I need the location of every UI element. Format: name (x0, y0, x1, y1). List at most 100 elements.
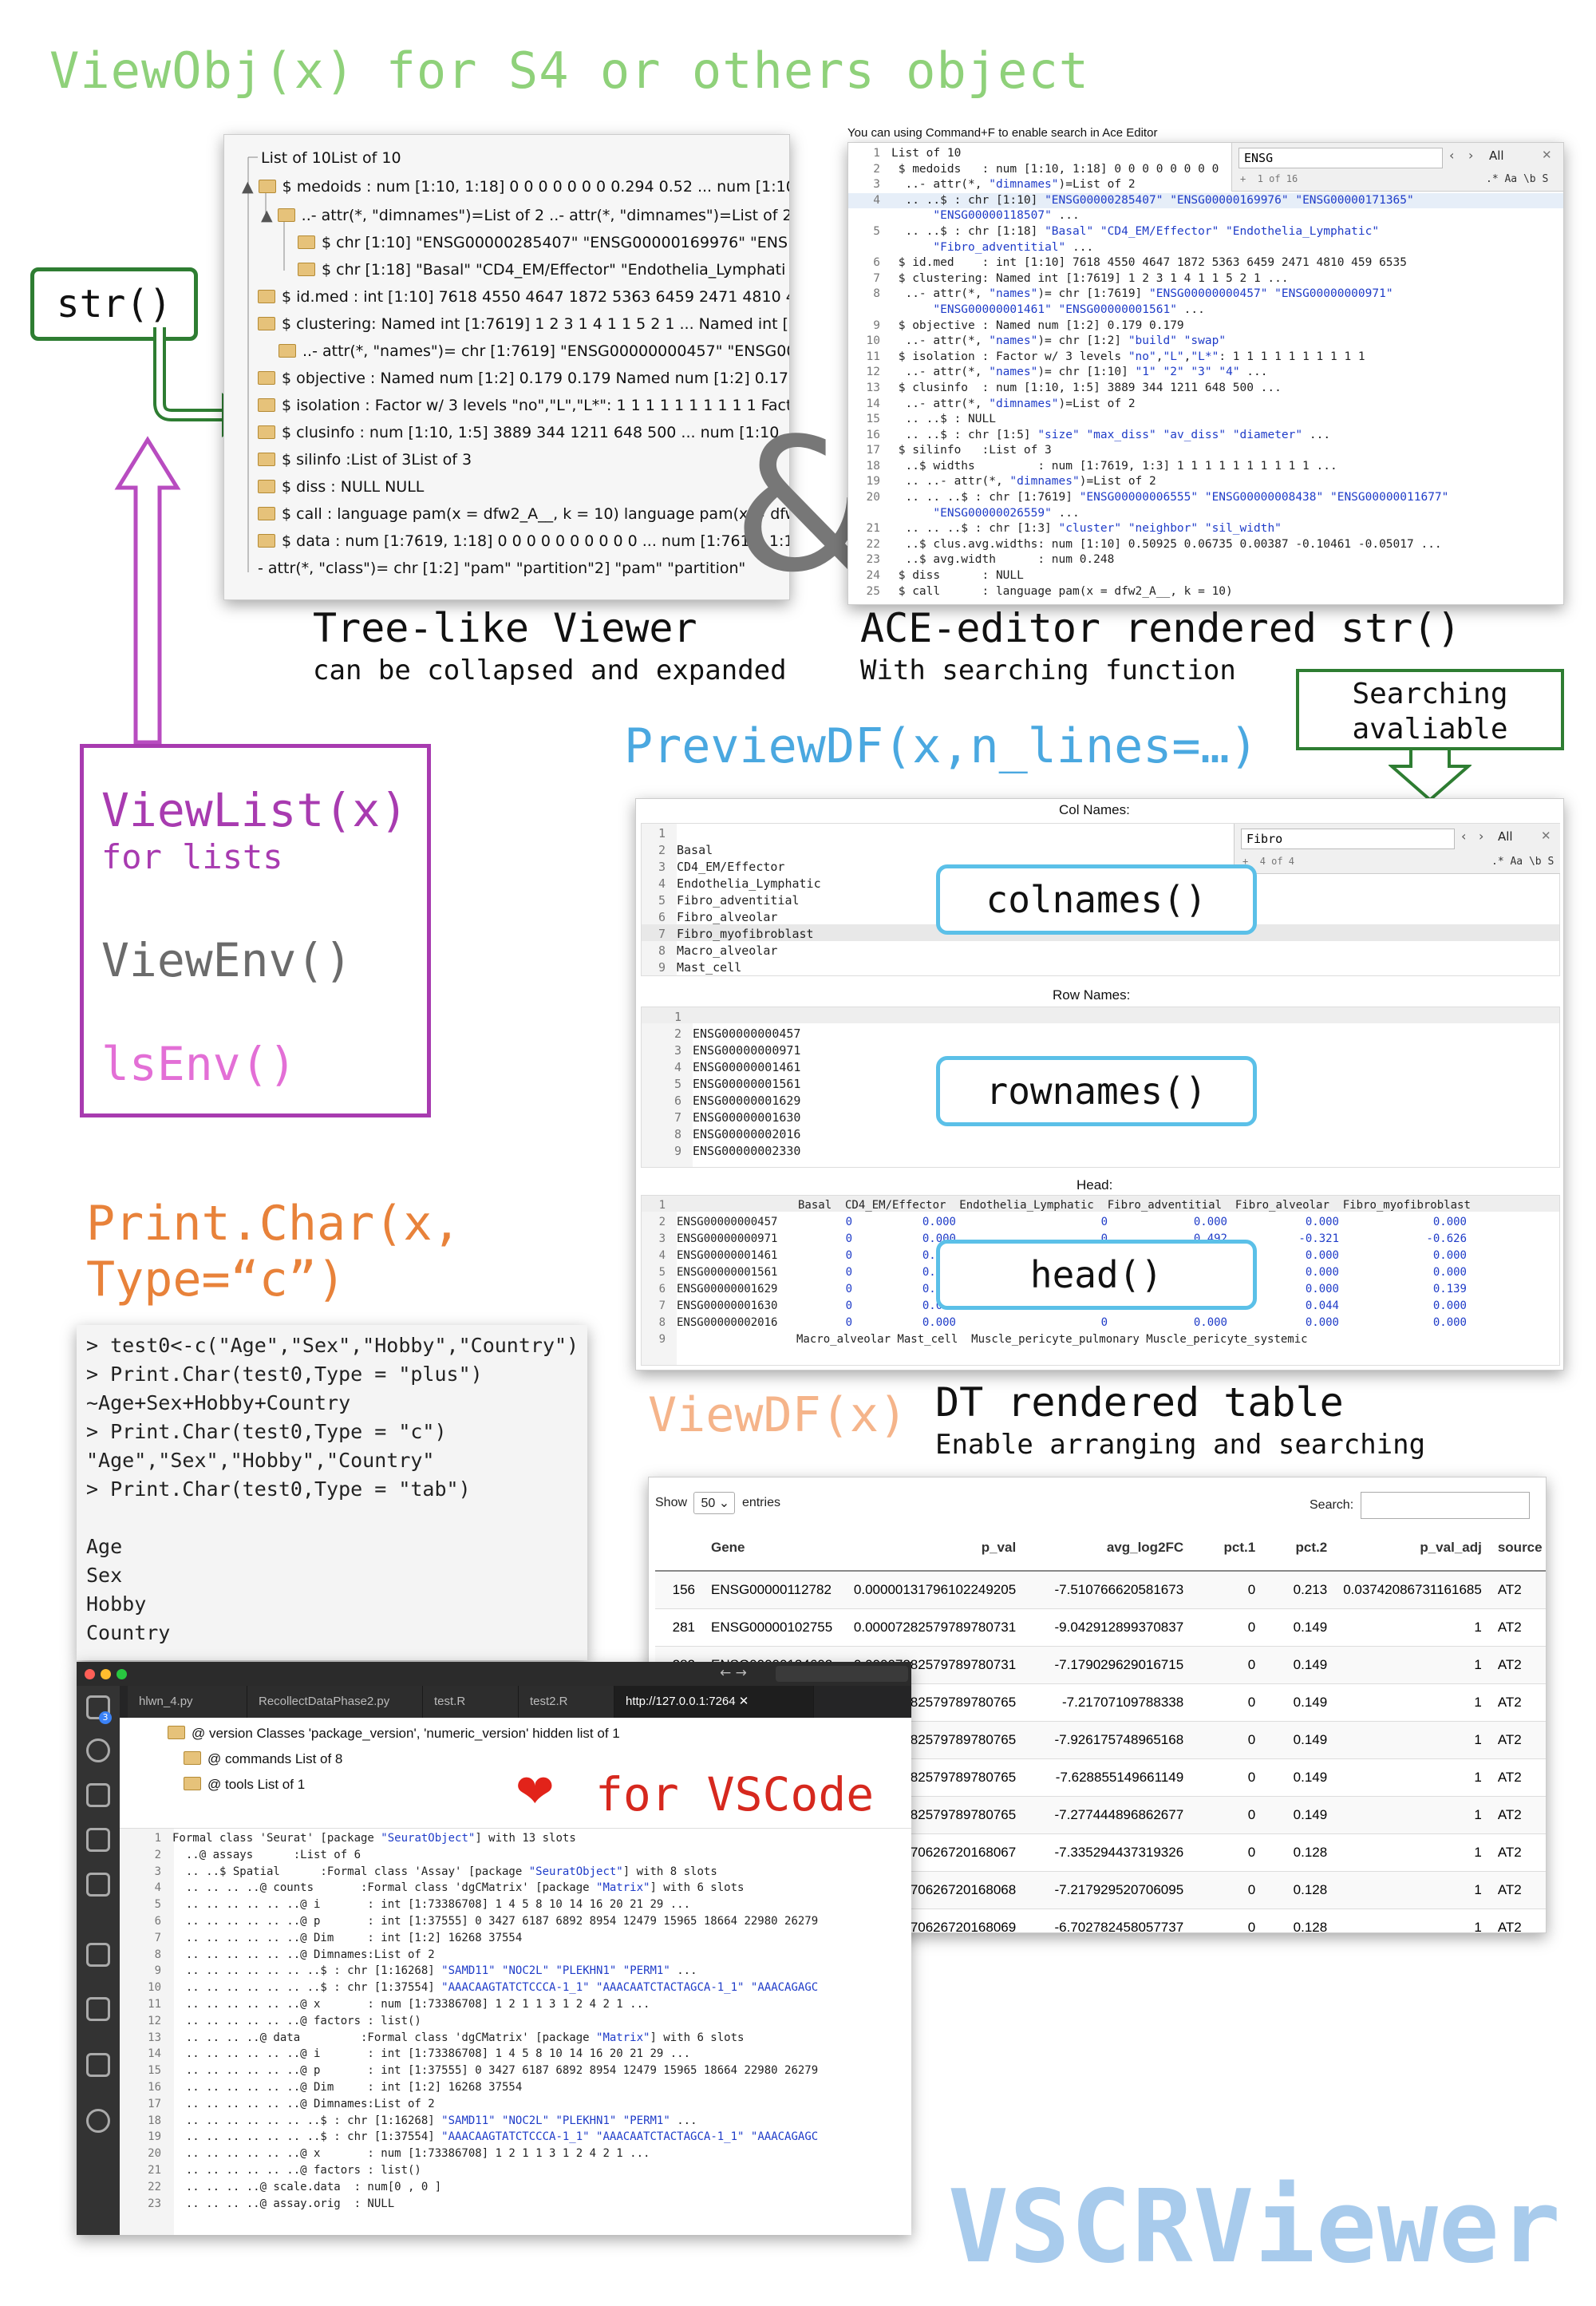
dt-column-header[interactable]: p_val_adj (1335, 1525, 1490, 1572)
ace-editor[interactable]: 1 List of 10 2 $ medoids : num [1:10, 1:18… (847, 142, 1564, 605)
col-search-input[interactable]: Fibro (1241, 829, 1455, 849)
code-line: 2 ..@ assays :List of 6 (120, 1847, 818, 1864)
line-number: 9 (154, 1964, 161, 1978)
dt-column-header[interactable]: pct.1 (1191, 1525, 1264, 1572)
tree-row[interactable]: @ version Classes 'package_version', 'nu… (168, 1721, 620, 1746)
head-cell: 0.000 (1305, 1316, 1339, 1329)
ace-line: 13 $ clusinfo : num [1:10, 1:5] 3889 344… (848, 381, 1563, 397)
tree-row[interactable]: $ id.med : int [1:10] 7618 4550 4647 187… (258, 288, 789, 306)
editor-tab[interactable]: test.R (423, 1686, 519, 1718)
col-name-line: 7 Fibro_myofibroblast (642, 926, 821, 943)
preview-title: PreviewDF(x,n_lines=…) (624, 718, 1258, 774)
line-number: 23 (866, 553, 880, 567)
show-select[interactable]: 50 ⌄ (693, 1492, 736, 1514)
editor-tab[interactable]: test2.R (519, 1686, 614, 1718)
row-name-line: 9 ENSG00000002330 (642, 1143, 801, 1160)
next-icon[interactable]: › (1468, 148, 1473, 163)
r-icon[interactable] (86, 2109, 110, 2133)
search-all-button[interactable]: All (1489, 148, 1504, 163)
col-search-box[interactable]: Fibro ‹ › All ✕ + 4 of 4 .* Aa \b S (1234, 824, 1560, 874)
tree-row-label: @ version Classes 'package_version', 'nu… (192, 1726, 620, 1741)
tree-row[interactable]: $ diss : NULL NULL (258, 478, 424, 496)
tree-row[interactable]: $ isolation : Factor w/ 3 levels "no","L… (258, 397, 789, 414)
line-number: 4 (658, 876, 666, 891)
table-cell: AT2 (1489, 1796, 1546, 1834)
dt-search-input[interactable] (1360, 1492, 1530, 1519)
head-cell: -0.626 (1426, 1232, 1467, 1245)
folder-icon (184, 1777, 201, 1790)
line-number: 16 (866, 428, 880, 441)
run-debug-icon[interactable] (86, 1828, 110, 1852)
source-control-icon[interactable] (86, 1783, 110, 1807)
extensions-icon[interactable] (86, 1873, 110, 1897)
tree-row[interactable]: List of 10List of 10 (261, 149, 401, 167)
table-cell: -7.926175748965168 (1024, 1721, 1192, 1759)
lsenv-label: lsEnv() (101, 1037, 297, 1091)
search-all-button[interactable]: All (1498, 829, 1513, 844)
tree-row[interactable]: $ clusinfo : num [1:10, 1:5] 3889 344 12… (258, 424, 789, 441)
tree-row[interactable]: $ silinfo :List of 3List of 3 (258, 451, 472, 469)
line-text: .. ..$ : NULL (891, 413, 996, 426)
line-text: Fibro_alveolar (677, 910, 778, 924)
tree-row[interactable]: $ chr [1:18] "Basal" "CD4_EM/Effector" "… (298, 261, 785, 279)
head-line: 2 ENSG00000000457 0 0.000 0 0.000 0.000 0.000 (642, 1214, 1471, 1231)
line-text: List of 10 (891, 147, 962, 160)
remote-icon[interactable] (86, 1943, 110, 1967)
editor-tab[interactable]: http://127.0.0.1:7264 ✕ (614, 1686, 814, 1718)
table-cell: 0 (1191, 1833, 1264, 1872)
ace-search-input[interactable]: ENSG (1238, 148, 1443, 168)
tree-row[interactable]: $ chr [1:10] "ENSG00000285407" "ENSG0000… (298, 234, 788, 251)
code-line: 5 .. .. .. .. .. ..@ i : int [1:73386708… (120, 1897, 818, 1913)
table-cell: 1 (1335, 1758, 1490, 1797)
editor-tab[interactable]: RecollectDataPhase2.py (247, 1686, 423, 1718)
ace-search-box[interactable]: ENSG ‹ › All ✕ + 1 of 16 .* Aa \b S (1231, 143, 1563, 192)
dt-column-header[interactable]: p_val (840, 1525, 1025, 1572)
next-icon[interactable]: › (1479, 829, 1483, 844)
tree-row[interactable]: ▲ ..- attr(*, "dimnames")=List of 2 ..- … (261, 207, 789, 224)
head-cell: ENSG00000000457 (677, 1216, 778, 1228)
prev-icon[interactable]: ‹ (1461, 829, 1466, 844)
tree-row[interactable]: $ objective : Named num [1:2] 0.179 0.17… (258, 370, 789, 387)
database-icon[interactable] (86, 2053, 110, 2077)
table-cell: 0.149 (1263, 1721, 1336, 1759)
ace-line: 10 ..- attr(*, "names")= chr [1:2] "buil… (848, 334, 1563, 350)
tree-row[interactable]: $ call : language pam(x = dfw2_A__, k = … (258, 505, 789, 523)
head-cell: 0.139 (1432, 1283, 1467, 1295)
close-window-icon[interactable] (85, 1669, 95, 1679)
maximize-window-icon[interactable] (117, 1669, 127, 1679)
line-number: 3 (658, 1232, 666, 1245)
line-number: 2 (658, 843, 666, 857)
dt-column-header[interactable]: source (1489, 1525, 1546, 1572)
col-name-line: 1 (642, 825, 821, 842)
editor-tab-label: RecollectDataPhase2.py (259, 1695, 390, 1708)
minimize-window-icon[interactable] (101, 1669, 111, 1679)
close-icon[interactable]: ✕ (1541, 829, 1551, 843)
line-text: "ENSG00000118507" ... (933, 209, 1080, 223)
tree-row[interactable]: - attr(*, "class")= chr [1:2] "pam" "par… (258, 560, 745, 577)
line-number: 1 (873, 147, 880, 160)
search-icon[interactable] (86, 1738, 110, 1762)
tree-row[interactable]: $ data : num [1:7619, 1:18] 0 0 0 0 0 0 … (258, 532, 789, 550)
table-row[interactable]: 156 ENSG00000112782 0.00000131796102249205… (655, 1571, 1546, 1609)
dt-column-header[interactable]: avg_log2FC (1024, 1525, 1192, 1572)
back-icon[interactable]: ← → (720, 1665, 747, 1681)
ace-search-options[interactable]: .* Aa \b S (1486, 173, 1548, 185)
close-tab-icon[interactable]: ✕ (736, 1695, 749, 1708)
ace-line: 7 $ clustering: Named int [1:7619] 1 2 3… (848, 271, 1563, 287)
vscode-label: for VSCode (595, 1767, 875, 1821)
testing-icon[interactable] (86, 1997, 110, 2021)
dt-column-header[interactable]: pct.2 (1263, 1525, 1336, 1572)
close-icon[interactable]: ✕ (1542, 148, 1552, 162)
tree-row[interactable]: $ clustering: Named int [1:7619] 1 2 3 1… (258, 315, 789, 333)
col-search-options[interactable]: .* Aa \b S (1491, 856, 1554, 868)
tree-row[interactable]: ▲ $ medoids : num [1:10, 1:18] 0 0 0 0 0… (242, 178, 789, 196)
dt-column-header[interactable] (655, 1525, 703, 1572)
editor-tab[interactable]: hlwn_4.py (128, 1686, 247, 1718)
table-row[interactable]: 281 ENSG00000102755 0.00007282579789780731… (655, 1608, 1546, 1647)
prev-icon[interactable]: ‹ (1449, 148, 1454, 163)
line-text: ..- attr(*, "names")= chr [1:2] "build" … (891, 334, 1227, 348)
tree-row[interactable]: ..- attr(*, "names")= chr [1:7619] "ENSG… (279, 342, 789, 360)
line-number: 8 (658, 1316, 666, 1329)
head-cell: 0 (1100, 1316, 1108, 1329)
dt-column-header[interactable]: Gene (703, 1525, 841, 1572)
